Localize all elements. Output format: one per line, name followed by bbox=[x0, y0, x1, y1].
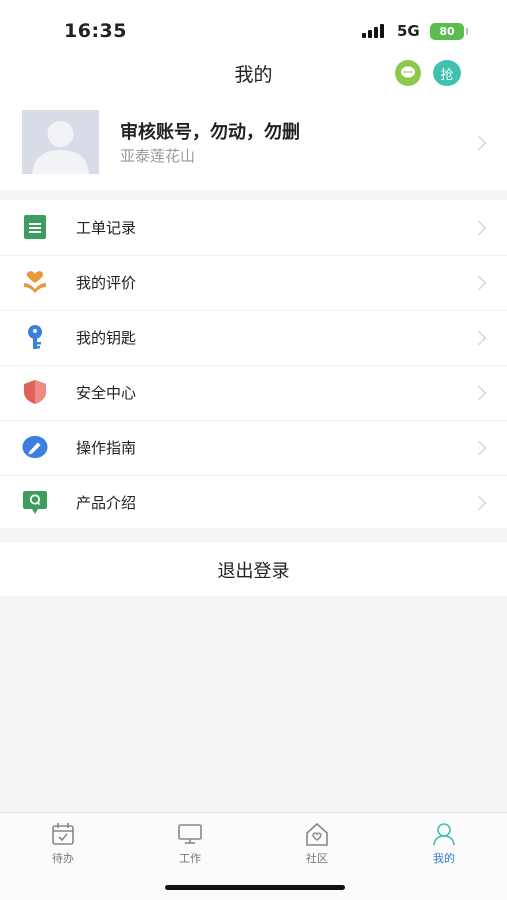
menu-item-label: 安全中心 bbox=[76, 384, 137, 402]
network-type: 5G bbox=[397, 22, 420, 40]
home-indicator bbox=[165, 885, 345, 890]
tab-community[interactable]: 社区 bbox=[277, 821, 357, 866]
logout-label: 退出登录 bbox=[217, 561, 290, 582]
person-icon bbox=[433, 823, 455, 846]
compass-pen-icon bbox=[22, 435, 48, 459]
page-title: 我的 bbox=[234, 64, 273, 86]
heart-hand-icon bbox=[24, 271, 46, 293]
profile-name: 审核账号，勿动，勿删 bbox=[120, 122, 300, 143]
avatar bbox=[22, 110, 99, 174]
battery-level: 80 bbox=[439, 25, 455, 38]
status-time: 16:35 bbox=[64, 20, 127, 42]
menu-item-label: 工单记录 bbox=[76, 219, 137, 237]
profile-card[interactable]: 审核账号，勿动，勿删 亚泰莲花山 bbox=[0, 98, 507, 190]
tab-todo[interactable]: 待办 bbox=[23, 821, 103, 866]
menu-item-guide[interactable]: 操作指南 bbox=[0, 420, 507, 475]
profile-community: 亚泰莲花山 bbox=[120, 147, 196, 165]
tab-label: 社区 bbox=[306, 852, 328, 865]
chevron-right-icon bbox=[471, 220, 487, 236]
menu-item-label: 我的评价 bbox=[76, 274, 137, 292]
battery-icon: 80 bbox=[430, 23, 468, 40]
chevron-right-icon bbox=[471, 495, 487, 511]
chevron-right-icon bbox=[471, 330, 487, 346]
menu-list: 工单记录 我的评价 我的钥匙 安全中心 操作指南 产品介绍 bbox=[0, 200, 507, 528]
logout-button[interactable]: 退出登录 bbox=[0, 542, 507, 596]
menu-item-label: 产品介绍 bbox=[76, 494, 137, 512]
chevron-right-icon bbox=[471, 135, 487, 151]
calendar-check-icon bbox=[52, 823, 74, 845]
chevron-right-icon bbox=[471, 440, 487, 456]
menu-item-work-orders[interactable]: 工单记录 bbox=[0, 200, 507, 255]
monitor-icon bbox=[178, 824, 202, 844]
grab-order-label: 抢 bbox=[440, 67, 454, 83]
menu-item-product-intro[interactable]: 产品介绍 bbox=[0, 475, 507, 530]
chevron-right-icon bbox=[471, 385, 487, 401]
tab-label: 待办 bbox=[52, 852, 74, 865]
tab-mine[interactable]: 我的 bbox=[404, 821, 484, 866]
signal-icon bbox=[362, 24, 388, 38]
tab-label: 我的 bbox=[433, 852, 455, 865]
tab-work[interactable]: 工作 bbox=[150, 821, 230, 866]
message-bubble-icon[interactable] bbox=[395, 60, 421, 86]
menu-item-label: 操作指南 bbox=[76, 439, 137, 457]
chat-q-icon bbox=[23, 491, 47, 514]
menu-item-my-reviews[interactable]: 我的评价 bbox=[0, 255, 507, 310]
shield-icon bbox=[24, 380, 46, 404]
chevron-right-icon bbox=[471, 275, 487, 291]
tab-label: 工作 bbox=[179, 852, 201, 865]
document-list-icon bbox=[24, 215, 46, 239]
grab-order-button[interactable]: 抢 bbox=[433, 60, 461, 86]
menu-item-security-center[interactable]: 安全中心 bbox=[0, 365, 507, 420]
key-icon bbox=[28, 325, 42, 349]
nav-bar: 我的 抢 bbox=[0, 50, 507, 98]
house-heart-icon bbox=[306, 822, 328, 846]
menu-item-my-keys[interactable]: 我的钥匙 bbox=[0, 310, 507, 365]
menu-item-label: 我的钥匙 bbox=[76, 329, 137, 347]
